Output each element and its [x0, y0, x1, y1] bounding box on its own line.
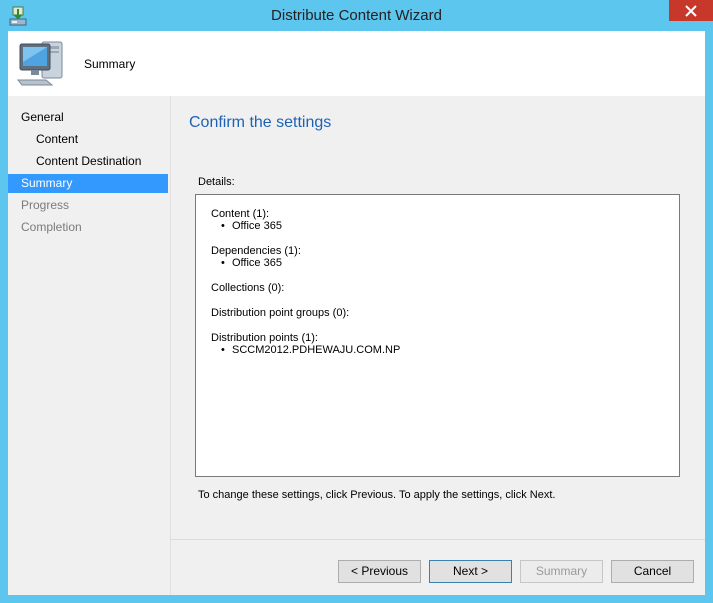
- instruction-text: To change these settings, click Previous…: [198, 489, 556, 501]
- distribution-points-list-item: • SCCM2012.PDHEWAJU.COM.NP: [221, 344, 400, 356]
- collections-section-title: Collections (0):: [211, 282, 285, 294]
- content-section-title: Content (1):: [211, 208, 270, 220]
- details-textbox[interactable]: Content (1): • Office 365 Dependencies (1…: [195, 194, 680, 477]
- nav-item-content-destination[interactable]: Content Destination: [8, 152, 168, 171]
- previous-button[interactable]: < Previous: [338, 560, 421, 583]
- close-button[interactable]: [669, 0, 713, 21]
- window-title: Distribute Content Wizard: [271, 7, 442, 24]
- wizard-main-panel: Confirm the settings Details: Content (1…: [170, 96, 705, 595]
- wizard-nav: General Content Content Destination Summ…: [8, 96, 170, 595]
- bullet-icon: •: [221, 257, 225, 269]
- cancel-button[interactable]: Cancel: [611, 560, 694, 583]
- close-icon: [685, 4, 697, 17]
- dependencies-list-item: • Office 365: [221, 257, 282, 269]
- distribution-points-section-title: Distribution points (1):: [211, 332, 318, 344]
- dependency-item-label: Office 365: [232, 257, 282, 269]
- content-item-label: Office 365: [232, 220, 282, 232]
- nav-item-content[interactable]: Content: [8, 130, 168, 149]
- wizard-header: Summary: [8, 31, 705, 96]
- nav-item-general[interactable]: General: [8, 108, 168, 127]
- summary-button: Summary: [520, 560, 603, 583]
- section-heading: Confirm the settings: [189, 114, 332, 131]
- nav-item-completion: Completion: [21, 220, 82, 234]
- button-divider: [171, 539, 705, 540]
- next-button[interactable]: Next >: [429, 560, 512, 583]
- dependencies-section-title: Dependencies (1):: [211, 245, 301, 257]
- page-title: Summary: [84, 57, 136, 71]
- details-label: Details:: [198, 176, 235, 188]
- nav-item-summary[interactable]: Summary: [8, 174, 168, 193]
- distribution-point-groups-section-title: Distribution point groups (0):: [211, 307, 350, 319]
- content-list-item: • Office 365: [221, 220, 282, 232]
- computer-icon: [16, 41, 63, 86]
- distribution-point-item-label: SCCM2012.PDHEWAJU.COM.NP: [232, 344, 401, 356]
- wizard-window: Distribute Content Wizard Summary Genera…: [0, 0, 713, 603]
- nav-item-progress: Progress: [21, 198, 70, 212]
- title-bar[interactable]: Distribute Content Wizard: [0, 0, 713, 32]
- bullet-icon: •: [221, 220, 225, 232]
- wizard-client-area: Summary General Content Content Destinat…: [8, 31, 705, 595]
- bullet-icon: •: [221, 344, 225, 356]
